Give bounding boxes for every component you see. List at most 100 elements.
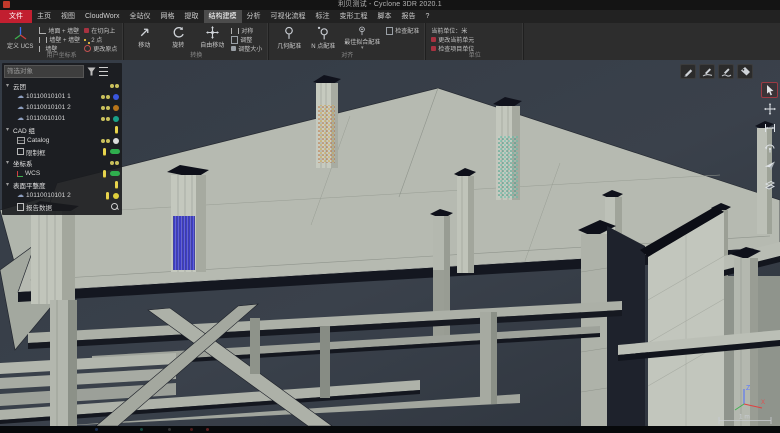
tree-item-wcs[interactable]: WCS: [4, 168, 120, 179]
color-dot[interactable]: [113, 193, 119, 199]
tab-script[interactable]: 脚本: [373, 10, 397, 23]
tab-extract[interactable]: 提取: [180, 10, 204, 23]
tree-item-report-data[interactable]: 报告数据: [4, 201, 120, 212]
geometric-registration-button[interactable]: 几何配准: [274, 25, 304, 51]
mirror-button[interactable]: 对称: [231, 27, 262, 34]
floor-wall-icon: [39, 27, 46, 34]
tree-group-coordinate-systems[interactable]: ▾ 坐标系: [4, 157, 120, 168]
chevron-down-icon[interactable]: ▾: [6, 181, 11, 188]
cloud-icon: ☁: [17, 115, 24, 122]
tab-help[interactable]: ?: [421, 10, 435, 23]
model-column-left[interactable]: [27, 201, 79, 304]
eye-icon[interactable]: [101, 139, 105, 143]
bulb-icon[interactable]: [115, 181, 118, 189]
tree-item-flatness-cloud[interactable]: ☁ 10110010101 2: [4, 190, 120, 201]
section-tool-button[interactable]: [761, 177, 778, 193]
change-unit-button[interactable]: 更改当前单元: [431, 36, 474, 43]
3d-viewport[interactable]: ▾ 云团 ☁ 10110010101 1 ☁ 10110010101 2 ☁ 1…: [0, 60, 780, 426]
label-tool-button[interactable]: [737, 64, 753, 79]
eye-icon[interactable]: [101, 117, 105, 121]
tree-group-flatness[interactable]: ▾ 表面平整度: [4, 179, 120, 190]
units-col: 当前单位：米 更改当前单元 检查项目单位: [431, 25, 474, 51]
tab-view[interactable]: 视图: [56, 10, 80, 23]
cyclone-3dr-window: 利贝测试 - Cyclone 3DR 2020.1 文件 主页 视图 Cloud…: [0, 0, 780, 433]
rotate-button[interactable]: 旋转: [163, 25, 193, 51]
fly-tool-button[interactable]: [761, 158, 778, 174]
select-tool-button[interactable]: [761, 82, 778, 98]
bulb-icon[interactable]: [115, 126, 118, 134]
pan-tool-button[interactable]: [761, 101, 778, 117]
tree-item-cloud-2[interactable]: ☁ 10110010101 2: [4, 102, 120, 113]
orbit-tool-button[interactable]: [761, 139, 778, 155]
tree-item-cloud-1[interactable]: ☁ 10110010101 1: [4, 91, 120, 102]
color-dot[interactable]: [113, 94, 119, 100]
color-dot[interactable]: [113, 105, 119, 111]
transform-options-col: 对称 调整 调整大小: [231, 25, 262, 51]
filter-objects-input[interactable]: [4, 65, 84, 78]
tree-item-clipbox[interactable]: 限制框: [4, 146, 120, 157]
n-point-registration-button[interactable]: N 点配准: [308, 25, 338, 51]
hamburger-icon[interactable]: [99, 67, 108, 76]
on-tangent-button[interactable]: 在切向上: [84, 27, 117, 34]
magnifier-icon[interactable]: [111, 203, 118, 210]
eye-icon[interactable]: [110, 84, 114, 88]
probe-tool-button-2[interactable]: [718, 64, 734, 79]
wall-wall-button[interactable]: 墙壁 + 墙壁: [39, 36, 80, 43]
tab-analysis[interactable]: 分析: [242, 10, 266, 23]
model-column-speckled-teal[interactable]: [493, 97, 522, 200]
probe-tool-button-1[interactable]: [699, 64, 715, 79]
floor-wall-button[interactable]: 地面 + 墙壁: [39, 27, 80, 34]
color-dot[interactable]: [113, 138, 119, 144]
color-dot[interactable]: [113, 116, 119, 122]
tree-search-row: [4, 65, 120, 78]
measure-distance-button[interactable]: [761, 120, 778, 136]
mirror-icon: [231, 28, 239, 34]
model-column-mid[interactable]: [454, 168, 476, 273]
change-unit-icon: [431, 37, 436, 42]
tree-item-cloud-3[interactable]: ☁ 10110010101: [4, 113, 120, 124]
draw-tool-button[interactable]: [680, 64, 696, 79]
tab-cloudworx[interactable]: CloudWorx: [80, 10, 125, 23]
bulb-icon[interactable]: [103, 170, 106, 178]
ribbon-empty-space: [524, 23, 780, 60]
tree-item-catalog[interactable]: Catalog: [4, 135, 120, 146]
adjust-icon: [231, 36, 238, 44]
tab-file[interactable]: 文件: [0, 10, 32, 23]
tab-deformation[interactable]: 变形工程: [335, 10, 373, 23]
ribbon-group-ucs: 定义 UCS 地面 + 墙壁 墙壁 + 墙壁 墙壁 在切向上 2 点 更改原点 …: [0, 23, 124, 60]
free-move-button[interactable]: 自由移动: [197, 25, 227, 51]
tab-visualization[interactable]: 可视化流程: [266, 10, 311, 23]
toggle-on[interactable]: [110, 149, 120, 154]
eye-icon[interactable]: [110, 161, 114, 165]
window-title: 利贝测试 - Cyclone 3DR 2020.1: [0, 0, 780, 10]
tab-structure-modeling[interactable]: 结构建模: [204, 10, 242, 23]
tab-total-station[interactable]: 全站仪: [125, 10, 156, 23]
axis-triad: Z X: [732, 382, 768, 412]
eye-icon[interactable]: [101, 106, 105, 110]
tree-group-clouds[interactable]: ▾ 云团: [4, 80, 120, 91]
chevron-down-icon[interactable]: ▾: [6, 82, 11, 89]
adjust-button[interactable]: 调整: [231, 36, 262, 43]
tab-home[interactable]: 主页: [32, 10, 56, 23]
two-points-button[interactable]: 2 点: [84, 36, 117, 43]
bulb-icon[interactable]: [106, 192, 109, 200]
tab-labeling[interactable]: 标注: [311, 10, 335, 23]
chevron-down-icon[interactable]: ▾: [6, 126, 11, 133]
define-ucs-button[interactable]: 定义 UCS: [5, 25, 35, 51]
tree-group-cad[interactable]: ▾ CAD 组: [4, 124, 120, 135]
toggle-on[interactable]: [110, 171, 120, 176]
ucs-options-col-2: 在切向上 2 点 更改原点: [84, 25, 117, 51]
best-fit-registration-button[interactable]: 最佳拟合配准 ▾: [342, 25, 382, 51]
axis-z-label: Z: [746, 385, 751, 392]
chevron-down-icon[interactable]: ▾: [6, 159, 11, 166]
eye-icon[interactable]: [101, 95, 105, 99]
move-button[interactable]: 移动: [129, 25, 159, 51]
tab-report[interactable]: 报告: [397, 10, 421, 23]
axis-x-label: X: [761, 400, 765, 406]
model-column-pointcloud-blue[interactable]: [167, 165, 209, 272]
check-registration-button[interactable]: 检查配准: [386, 27, 419, 34]
model-column-speckled-orange[interactable]: [313, 75, 341, 168]
bulb-icon[interactable]: [103, 148, 106, 156]
tab-mesh[interactable]: 网格: [156, 10, 180, 23]
funnel-icon[interactable]: [87, 67, 96, 76]
